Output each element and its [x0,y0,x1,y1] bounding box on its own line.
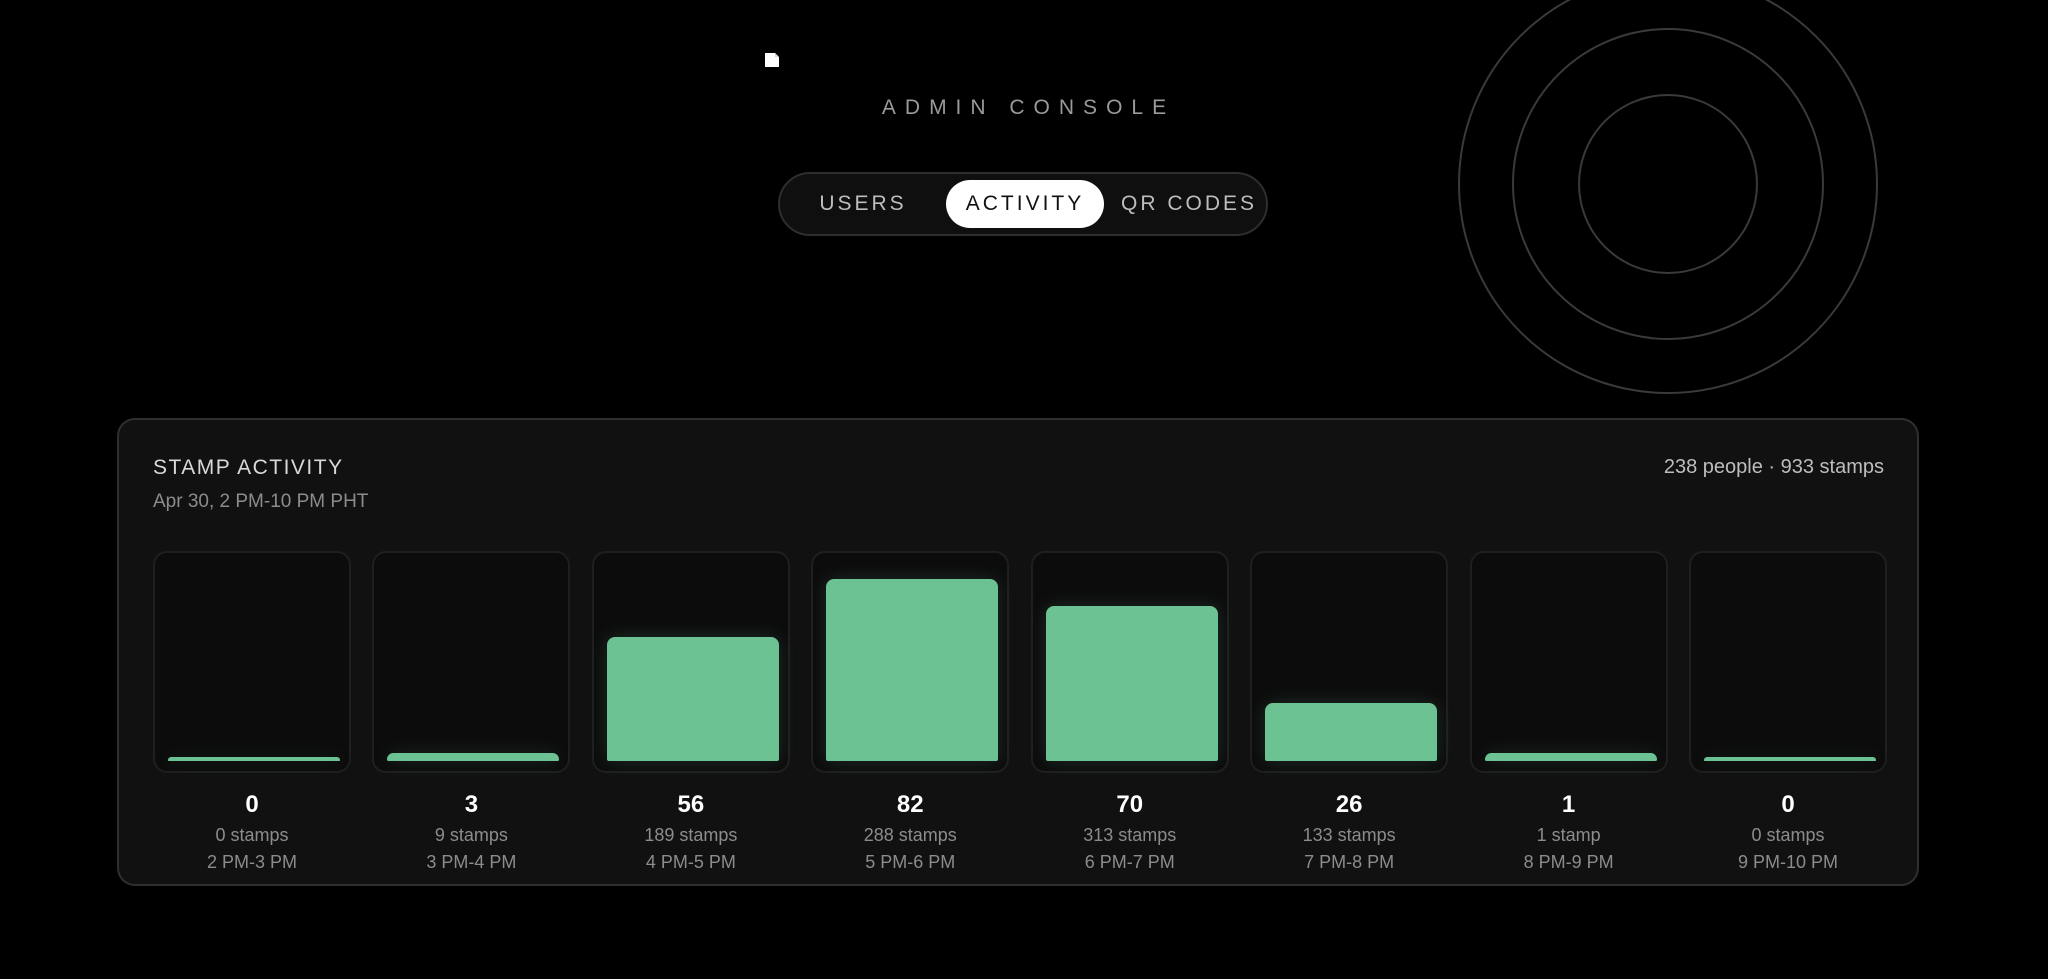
bar-value-label: 26 [1335,791,1363,818]
bar-value-label: 56 [677,791,705,818]
bar-track [1030,551,1229,773]
bar-track [591,551,790,773]
card-subtitle: Apr 30, 2 PM-10 PM PHT [153,491,369,512]
bar-column: 56 189 stamps 4 PM-5 PM [591,551,790,881]
bar-value-label: 3 [464,791,479,818]
bar-category-label: 3 PM-4 PM [426,852,517,872]
bar-category-label: 9 PM-10 PM [1737,852,1839,872]
bar-chart: 00 stamps 2 PM-3 PM 3 9 stamps 3 PM-4 PM 56 18… [153,551,1887,881]
bar [1704,757,1876,761]
bar-track [372,551,571,773]
bar-category-label: 7 PM-8 PM [1304,852,1395,872]
bar-column: 70 313 stamps 6 PM-7 PM [1030,551,1229,881]
bar-value-label: 0 [1781,791,1795,818]
bar-column: 26 133 stamps 7 PM-8 PM [1250,551,1449,881]
activity-summary: 238 people · 933 stamps [1663,456,1884,478]
bar-value-label: 0 [245,791,259,818]
tab-activity[interactable]: ACTIVITY [946,180,1104,228]
tab-users[interactable]: USERS [798,180,928,228]
bar-track [153,551,351,773]
bar [387,753,560,761]
bar [1484,753,1657,761]
bar-column: 3 9 stamps 3 PM-4 PM [372,551,571,881]
bar-stamps-label: 189 stamps [644,825,738,845]
tab-bar: USERS ACTIVITY QR CODES [778,172,1268,236]
bar-category-label: 6 PM-7 PM [1084,852,1175,872]
bar-column: 0 0 stamps 2 PM-3 PM [153,551,351,881]
bar-track [1689,551,1887,773]
bar-category-label: 5 PM-6 PM [865,852,956,872]
stamp-activity-card: STAMP ACTIVITY Apr 30, 2 PM-10 PM PHT 23… [117,418,1919,886]
bar [168,757,340,761]
bar [826,579,999,761]
concentric-rings-icon [1450,0,1890,410]
bar-stamps-label: 0 stamps [215,825,289,845]
tab-qr-codes[interactable]: QR CODES [1116,180,1262,228]
bar-stamps-label: 288 stamps [863,825,957,845]
card-title: STAMP ACTIVITY [153,456,344,479]
bar-stamps-label: 9 stamps [434,825,508,845]
bar-value-label: 1 [1561,791,1576,818]
bar-value-label: 70 [1116,791,1144,818]
admin-console-page: ADMIN CONSOLE USERS ACTIVITY QR CODES ST… [0,0,2048,979]
bar [1045,606,1218,761]
bar-column: 0 0 stamps 9 PM-10 PM [1689,551,1887,881]
bar-stamps-label: 313 stamps [1083,825,1177,845]
bar-track [811,551,1010,773]
bar-column: 1 1 stamp 8 PM-9 PM [1469,551,1668,881]
bar-track [1250,551,1449,773]
bar-category-label: 4 PM-5 PM [645,852,736,872]
broken-image-icon [764,52,780,68]
bar [606,637,779,761]
bar [1265,703,1438,761]
bar-category-label: 8 PM-9 PM [1523,852,1614,872]
bar-track [1469,551,1668,773]
bar-stamps-label: 133 stamps [1302,825,1396,845]
bar-category-label: 2 PM-3 PM [206,852,298,872]
bar-value-label: 82 [896,791,924,818]
bar-column: 82 288 stamps 5 PM-6 PM [811,551,1010,881]
bar-stamps-label: 1 stamp [1536,825,1601,845]
bar-stamps-label: 0 stamps [1751,825,1825,845]
